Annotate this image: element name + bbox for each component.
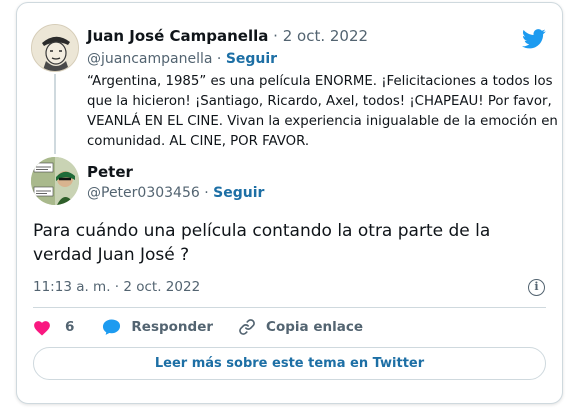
parent-author-name[interactable]: Juan José Campanella	[87, 27, 268, 45]
link-icon	[239, 319, 255, 335]
heart-icon	[34, 320, 50, 335]
copy-link-label: Copia enlace	[266, 319, 363, 335]
like-button[interactable]: 6	[33, 319, 74, 336]
reply-bubble-icon	[103, 319, 121, 335]
reply-handle[interactable]: @Peter0303456	[87, 185, 200, 201]
reply-author-name[interactable]: Peter	[87, 163, 133, 181]
reply-author-row: Peter	[87, 162, 133, 182]
reply-handle-row: @Peter0303456 · Seguir	[87, 184, 264, 202]
reply-handle-separator: ·	[204, 185, 209, 201]
reply-tweet-text: Para cuándo una película contando la otr…	[33, 221, 491, 265]
parent-author-row: Juan José Campanella · 2 oct. 2022	[87, 26, 368, 46]
read-more-button[interactable]: Leer más sobre este tema en Twitter	[33, 347, 546, 380]
info-icon[interactable]: i	[528, 279, 545, 296]
parent-handle-separator: ·	[216, 51, 222, 67]
reply-author-avatar[interactable]	[31, 157, 79, 205]
parent-date[interactable]: 2 oct. 2022	[283, 27, 368, 45]
embedded-tweet-card: Juan José Campanella · 2 oct. 2022 @juan…	[16, 2, 563, 404]
parent-handle-row: @juancampanella · Seguir	[87, 50, 277, 68]
twitter-bird-icon[interactable]	[522, 29, 546, 49]
parent-handle[interactable]: @juancampanella	[87, 51, 212, 67]
parent-author-avatar[interactable]	[31, 24, 79, 72]
thread-connector-line	[54, 74, 56, 154]
actions-divider	[33, 307, 546, 308]
tweet-actions-bar: 6 Responder Copia enlace	[33, 317, 363, 337]
reply-label: Responder	[131, 319, 214, 335]
like-count: 6	[65, 319, 75, 335]
copy-link-button[interactable]: Copia enlace	[238, 318, 363, 336]
reply-follow-button[interactable]: Seguir	[213, 185, 264, 201]
reply-button[interactable]: Responder	[102, 318, 213, 336]
tweet-timestamp[interactable]: 11:13 a. m. · 2 oct. 2022	[33, 278, 200, 296]
parent-tweet-text: “Argentina, 1985” es una película ENORME…	[87, 74, 558, 149]
parent-follow-button[interactable]: Seguir	[226, 51, 277, 67]
parent-separator: ·	[273, 27, 278, 45]
